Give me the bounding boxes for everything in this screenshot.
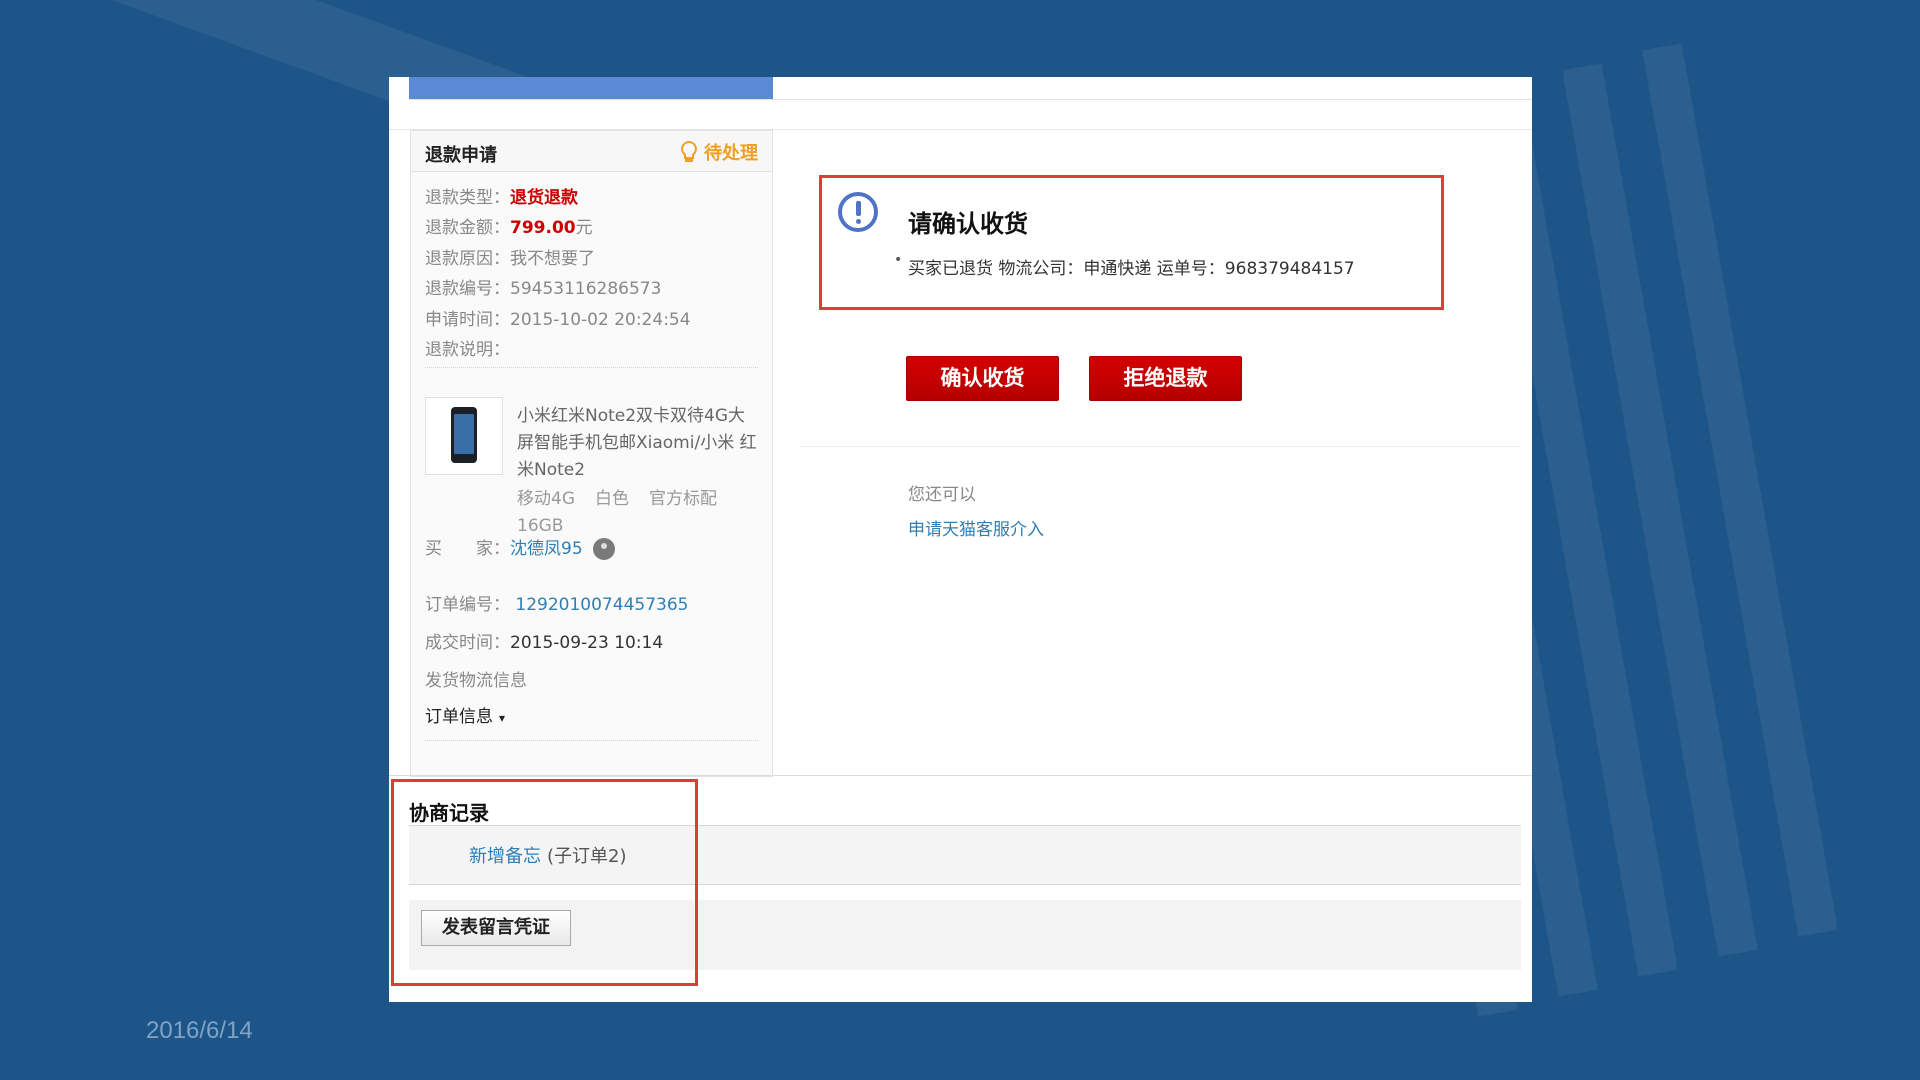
refund-note-row: 退款说明： [425,335,510,360]
chevron-down-icon: ▾ [499,711,506,725]
spec-network: 移动4G [517,489,575,509]
product-title[interactable]: 小米红米Note2双卡双待4G大屏智能手机包邮Xiaomi/小米 红米Note2 [517,403,757,484]
divider [425,740,758,741]
exclamation-icon [838,192,878,232]
refund-type-label: 退款类型： [425,188,510,208]
deal-time-label: 成交时间： [425,633,510,653]
product-specs: 移动4G 白色 官方标配 16GB [517,486,757,540]
refund-number-label: 退款编号： [425,279,510,299]
chat-icon[interactable] [592,538,615,560]
phone-image [451,407,477,463]
divider [389,775,1532,776]
apply-time-value: 2015-10-02 20:24:54 [510,310,691,330]
buyer-label: 买 家： [425,539,510,559]
spec-package: 官方标配 [649,489,717,509]
confirm-receipt-alert: 请确认收货 买家已退货 物流公司：申通快递 运单号：968379484157 [819,175,1444,310]
refund-amount-row: 退款金额：799.00元 [425,213,593,238]
apply-time-label: 申请时间： [425,310,510,330]
highlight-frame [391,779,698,986]
also-can-label: 您还可以 [908,485,976,505]
order-info-label: 订单信息 [425,707,493,727]
refund-page: 退款申请 待处理 退款类型：退货退款 退款金额：799.00元 退款原因：我不想… [389,77,1532,1002]
order-info-toggle[interactable]: 订单信息 ▾ [425,702,505,727]
tmall-service-link[interactable]: 申请天猫客服介入 [908,515,1044,540]
buyer-row: 买 家：沈德凤95 [425,534,615,560]
refund-amount-value: 799.00 [510,218,576,238]
order-number-link[interactable]: 1292010074457365 [515,595,688,615]
refund-reason-label: 退款原因： [425,249,510,269]
status-badge: 待处理 [680,139,758,165]
refund-type-row: 退款类型：退货退款 [425,183,578,208]
product-thumbnail[interactable] [425,397,503,475]
refund-number-row: 退款编号：59453116286573 [425,274,661,299]
order-number-label: 订单编号： [425,595,510,615]
refund-reason-row: 退款原因：我不想要了 [425,244,595,269]
refund-amount-label: 退款金额： [425,218,510,238]
lightbulb-icon [681,140,697,162]
order-number-row: 订单编号： 1292010074457365 [425,590,688,615]
logistics-info[interactable]: 发货物流信息 [425,666,527,691]
refund-note-label: 退款说明： [425,340,510,360]
tab-active[interactable] [409,77,773,99]
deal-time-value: 2015-09-23 10:14 [510,633,664,653]
refund-type-value: 退货退款 [510,188,578,208]
apply-time-row: 申请时间：2015-10-02 20:24:54 [425,305,691,330]
reject-refund-button[interactable]: 拒绝退款 [1089,356,1242,401]
confirm-receipt-button[interactable]: 确认收货 [906,356,1059,401]
deal-time-row: 成交时间：2015-09-23 10:14 [425,628,663,653]
alert-detail: 买家已退货 物流公司：申通快递 运单号：968379484157 [894,252,1355,279]
spec-storage: 16GB [517,516,564,536]
spec-color: 白色 [595,489,629,509]
alert-title: 请确认收货 [908,210,1028,238]
divider [801,446,1520,447]
refund-info-header: 退款申请 待处理 [411,131,772,172]
status-text: 待处理 [704,143,758,164]
refund-amount-unit: 元 [575,218,593,238]
tab-bar [409,77,1532,100]
refund-reason-value: 我不想要了 [510,249,595,269]
divider [425,367,758,368]
buyer-name-link[interactable]: 沈德凤95 [510,539,583,559]
panel-title: 退款申请 [425,145,497,166]
refund-number-value: 59453116286573 [510,279,662,299]
refund-info-panel: 退款申请 待处理 退款类型：退货退款 退款金额：799.00元 退款原因：我不想… [410,130,773,777]
slide-date: 2016/6/14 [146,1017,253,1044]
